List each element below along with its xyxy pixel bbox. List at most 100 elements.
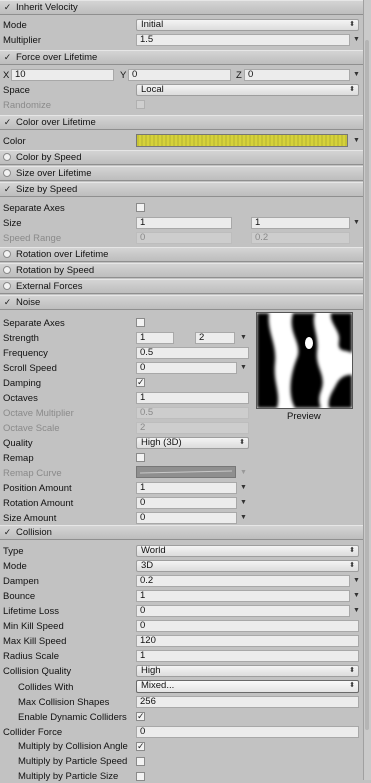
separate-axes-checkbox[interactable] [136,203,145,212]
speed-range-min-field[interactable]: 0 [136,232,232,244]
section-header-inherit-velocity[interactable]: ✓ Inherit Velocity [0,0,363,15]
module-disabled-toggle[interactable] [3,266,11,274]
x-field[interactable]: 10 [11,69,114,81]
multiply-particle-speed-checkbox[interactable] [136,757,145,766]
mode-dropdown[interactable]: Initial ⬍ [136,19,359,31]
frequency-field[interactable]: 0.5 [136,347,249,359]
size-max-field[interactable]: 1 [251,217,350,229]
y-field[interactable]: 0 [128,69,231,81]
collides-with-dropdown[interactable]: Mixed... ⬍ [136,680,359,693]
curve-dropdown-icon[interactable]: ▼ [353,71,360,78]
module-enabled-checkbox[interactable]: ✓ [3,118,12,127]
remap-checkbox[interactable] [136,453,145,462]
collision-mode-dropdown[interactable]: 3D ⬍ [136,560,359,572]
section-header-force-over-lifetime[interactable]: ✓ Force over Lifetime [0,50,363,65]
speed-range-max-field[interactable]: 0.2 [251,232,350,244]
gradient-dropdown-icon[interactable]: ▼ [353,137,360,144]
scrollbar-thumb[interactable] [365,40,369,730]
curve-dropdown-icon[interactable]: ▼ [240,499,247,506]
noise-separate-axes-label: Separate Axes [3,318,65,329]
space-dropdown[interactable]: Local ⬍ [136,84,359,96]
color-gradient-field[interactable] [136,134,348,147]
section-header-size-by-speed[interactable]: ✓ Size by Speed [0,182,363,197]
quality-dropdown[interactable]: High (3D) ⬍ [136,437,249,449]
lifetime-loss-field[interactable]: 0 [136,605,350,617]
size-label: Size [3,218,22,229]
section-header-rotation-over-lifetime[interactable]: Rotation over Lifetime [0,247,363,262]
section-title: Size by Speed [16,184,78,195]
curve-dropdown-icon[interactable]: ▼ [240,484,247,491]
z-field[interactable]: 0 [244,69,350,81]
scroll-speed-label: Scroll Speed [3,363,57,374]
curve-dropdown-icon[interactable]: ▼ [240,469,247,476]
module-disabled-toggle[interactable] [3,153,11,161]
section-header-color-over-lifetime[interactable]: ✓ Color over Lifetime [0,115,363,130]
strength-label: Strength [3,333,39,344]
noise-separate-axes-checkbox[interactable] [136,318,145,327]
multiplier-field[interactable]: 1.5 [136,34,350,46]
collision-quality-dropdown[interactable]: High ⬍ [136,665,359,677]
rotation-amount-label: Rotation Amount [3,498,74,509]
module-disabled-toggle[interactable] [3,250,11,258]
radius-scale-field[interactable]: 1 [136,650,359,662]
min-kill-speed-field[interactable]: 0 [136,620,359,632]
curve-dropdown-icon[interactable]: ▼ [240,514,247,521]
enable-dynamic-colliders-checkbox[interactable]: ✓ [136,712,145,721]
curve-dropdown-icon[interactable]: ▼ [353,219,360,226]
module-enabled-checkbox[interactable]: ✓ [3,185,12,194]
randomize-label: Randomize [3,100,52,111]
module-disabled-toggle[interactable] [3,282,11,290]
quality-label: Quality [3,438,33,449]
multiply-particle-size-label: Multiply by Particle Size [18,771,119,782]
max-kill-speed-field[interactable]: 120 [136,635,359,647]
curve-dropdown-icon[interactable]: ▼ [353,36,360,43]
octaves-label: Octaves [3,393,38,404]
curve-dropdown-icon[interactable]: ▼ [240,364,247,371]
max-collision-shapes-field[interactable]: 256 [136,696,359,708]
scroll-speed-field[interactable]: 0 [136,362,237,374]
strength-max-field[interactable]: 2 [195,332,235,344]
type-dropdown[interactable]: World ⬍ [136,545,359,557]
module-enabled-checkbox[interactable]: ✓ [3,528,12,537]
module-enabled-checkbox[interactable]: ✓ [3,3,12,12]
curve-dropdown-icon[interactable]: ▼ [353,607,360,614]
octaves-field[interactable]: 1 [136,392,249,404]
size-amount-field[interactable]: 0 [136,512,237,524]
section-title: Rotation over Lifetime [16,249,109,260]
remap-curve-field[interactable] [136,466,236,478]
section-header-collision[interactable]: ✓ Collision [0,525,363,540]
section-header-rotation-by-speed[interactable]: Rotation by Speed [0,263,363,278]
section-header-external-forces[interactable]: External Forces [0,279,363,294]
preview-label: Preview [287,411,321,422]
dampen-field[interactable]: 0.2 [136,575,350,587]
strength-min-field[interactable]: 1 [136,332,174,344]
octave-multiplier-field[interactable]: 0.5 [136,407,249,419]
section-header-noise[interactable]: ✓ Noise [0,295,363,310]
section-header-size-over-lifetime[interactable]: Size over Lifetime [0,166,363,181]
updown-arrow-icon: ⬍ [349,562,355,569]
collision-quality-value: High [141,665,161,676]
module-disabled-toggle[interactable] [3,169,11,177]
collision-mode-label: Mode [3,561,27,572]
multiply-collision-angle-checkbox[interactable]: ✓ [136,742,145,751]
curve-dropdown-icon[interactable]: ▼ [353,592,360,599]
radius-scale-label: Radius Scale [3,651,59,662]
size-min-field[interactable]: 1 [136,217,232,229]
rotation-amount-field[interactable]: 0 [136,497,237,509]
collider-force-field[interactable]: 0 [136,726,359,738]
octave-scale-field[interactable]: 2 [136,422,249,434]
module-enabled-checkbox[interactable]: ✓ [3,298,12,307]
octave-scale-label: Octave Scale [3,423,60,434]
damping-checkbox[interactable]: ✓ [136,378,145,387]
module-enabled-checkbox[interactable]: ✓ [3,53,12,62]
position-amount-field[interactable]: 1 [136,482,237,494]
randomize-checkbox[interactable] [136,100,145,109]
curve-dropdown-icon[interactable]: ▼ [240,334,247,341]
bounce-field[interactable]: 1 [136,590,350,602]
collision-quality-label: Collision Quality [3,666,72,677]
section-title: Rotation by Speed [16,265,95,276]
section-header-color-by-speed[interactable]: Color by Speed [0,150,363,165]
curve-dropdown-icon[interactable]: ▼ [353,577,360,584]
section-title: Inherit Velocity [16,2,78,13]
remap-curve-graph [139,470,233,474]
